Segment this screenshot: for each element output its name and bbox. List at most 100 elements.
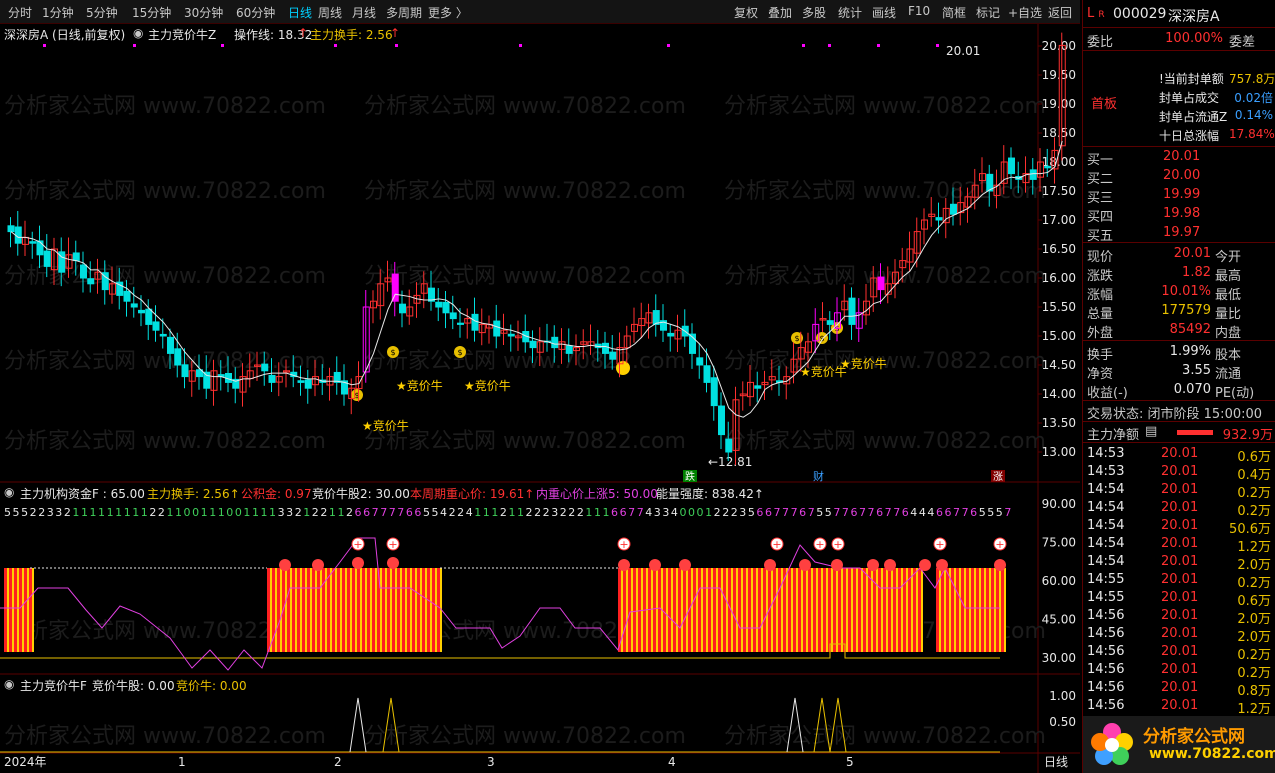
signal-digit: 1 <box>81 506 88 519</box>
signal-digit: 5 <box>987 506 994 519</box>
candle-body <box>80 264 87 279</box>
capital-bar-yellow <box>776 568 778 652</box>
period-tab-30min[interactable]: 30分钟 <box>184 4 223 21</box>
date-axis-period: 日线 <box>1044 755 1068 769</box>
capital-bar-yellow <box>320 568 322 652</box>
capital-bar-yellow <box>846 568 848 652</box>
candle-body <box>551 336 559 349</box>
bid-level-label: 买一 <box>1087 153 1114 168</box>
signal-digit: 1 <box>141 506 148 519</box>
capital-bar-red <box>838 568 841 652</box>
kline-chart-area[interactable]: 分析家公式网 www.70822.com 分析家公式网 www.70822.com… <box>0 24 1080 773</box>
signal-digit: 5 <box>423 506 430 519</box>
candle-body <box>1029 169 1037 180</box>
capital-bar-red <box>853 568 856 652</box>
capital-bar-red <box>773 568 776 652</box>
capital-bar-red <box>437 568 440 652</box>
capital-bar-yellow <box>300 568 302 652</box>
tool-fuquan-button[interactable]: 复权 <box>734 4 758 21</box>
signal-digit: 6 <box>799 506 806 519</box>
capital-bar-yellow <box>275 568 277 652</box>
tick-time: 14:54 <box>1087 518 1125 533</box>
capital-bar-red <box>996 568 999 652</box>
capital-bar-red <box>673 568 676 652</box>
period-tab-fenshi[interactable]: 分时 <box>8 4 32 21</box>
tool-stats-button[interactable]: 统计 <box>838 4 862 21</box>
seal-value: 0.02倍 <box>1234 91 1273 105</box>
capital-bar-yellow <box>280 568 282 652</box>
price-axis-label: 15.50 <box>1042 300 1076 314</box>
signal-digit: 1 <box>115 506 122 519</box>
stat-value: 85492 <box>1169 322 1211 337</box>
capital-bar-red <box>14 568 17 652</box>
signal-digit: 1 <box>594 506 601 519</box>
candle-body <box>174 348 182 366</box>
price-axis-label: 14.50 <box>1042 358 1076 372</box>
capital-bar-yellow <box>964 568 966 652</box>
capital-bar-red <box>898 568 901 652</box>
capital-bar-yellow <box>836 568 838 652</box>
period-tab-1min[interactable]: 1分钟 <box>42 4 74 21</box>
panel2-turnover: 主力换手: 2.56↑ <box>147 487 240 501</box>
seal-label: 封单占成交 <box>1159 91 1220 105</box>
red-ball-icon <box>312 559 324 571</box>
capital-bar-red <box>663 568 666 652</box>
stat-label-right: 今开 <box>1215 250 1242 265</box>
signal-digit: 3 <box>662 506 669 519</box>
capital-bar-yellow <box>781 568 783 652</box>
capital-bar-red <box>683 568 686 652</box>
panel3-bidbull: 竞价牛: 0.00 <box>176 679 247 693</box>
capital-bar-red <box>723 568 726 652</box>
capital-bar-red <box>956 568 959 652</box>
period-tab-daily[interactable]: 日线 <box>288 4 312 21</box>
capital-bar-yellow <box>430 568 432 652</box>
period-tab-multi[interactable]: 多周期 <box>386 4 422 21</box>
signal-digit: 7 <box>833 506 840 519</box>
tick-volume: 0.2万 <box>1237 486 1271 501</box>
capital-bar-yellow <box>360 568 362 652</box>
tick-row: 14:56 20.01 2.0万 <box>1083 626 1273 645</box>
tool-multistock-button[interactable]: 多股 <box>802 4 826 21</box>
capital-bar-yellow <box>27 568 29 652</box>
period-tab-5min[interactable]: 5分钟 <box>86 4 118 21</box>
candle-body <box>145 308 153 325</box>
signal-digit: 3 <box>278 506 285 519</box>
period-tab-monthly[interactable]: 月线 <box>352 4 376 21</box>
panel3-icon[interactable]: ◉ <box>4 677 14 691</box>
tool-mark-button[interactable]: 标记 <box>976 4 1000 21</box>
net-flow-value: 932.9万 <box>1222 428 1273 443</box>
capital-bar-red <box>843 568 846 652</box>
date-axis-label: 2024年 <box>4 755 47 769</box>
period-tab-more[interactable]: 更多 〉 <box>428 4 468 21</box>
capital-bar-yellow <box>861 568 863 652</box>
signal-digit: 7 <box>372 506 379 519</box>
indicator-icon[interactable]: ◉ <box>133 26 143 40</box>
tool-f10-button[interactable]: F10 <box>908 4 930 18</box>
period-tab-15min[interactable]: 15分钟 <box>132 4 171 21</box>
signal-digit: 3 <box>739 506 746 519</box>
period-tab-60min[interactable]: 60分钟 <box>236 4 275 21</box>
capital-bar-yellow <box>696 568 698 652</box>
period-tab-weekly[interactable]: 周线 <box>318 4 342 21</box>
price-axis-label: 17.00 <box>1042 213 1076 227</box>
stat-label: 涨幅 <box>1087 288 1114 303</box>
panel3-bidbull-stock: 竞价牛股: 0.00 <box>92 679 175 693</box>
tool-draw-button[interactable]: 画线 <box>872 4 896 21</box>
signal-digit: 1 <box>483 506 490 519</box>
tool-simple-button[interactable]: 简框 <box>942 4 966 21</box>
stat-value: 20.01 <box>1173 246 1211 261</box>
candle-body <box>754 385 762 389</box>
panel2-icon[interactable]: ◉ <box>4 485 14 499</box>
tool-back-button[interactable]: 返回 <box>1048 4 1072 21</box>
signal-digit: 1 <box>175 506 182 519</box>
candle-body <box>399 303 406 314</box>
net-flow-icon[interactable]: ▤ <box>1145 424 1157 439</box>
signal-digit: 6 <box>611 506 618 519</box>
capital-bar-yellow <box>891 568 893 652</box>
tool-overlay-button[interactable]: 叠加 <box>768 4 792 21</box>
tool-add-watchlist-button[interactable]: +自选 <box>1008 4 1042 21</box>
signal-digit: 1 <box>132 506 139 519</box>
watermark-text: 分析家公式网 www.70822.com <box>4 724 326 749</box>
candle-body <box>304 379 312 389</box>
signal-digit: 2 <box>722 506 729 519</box>
